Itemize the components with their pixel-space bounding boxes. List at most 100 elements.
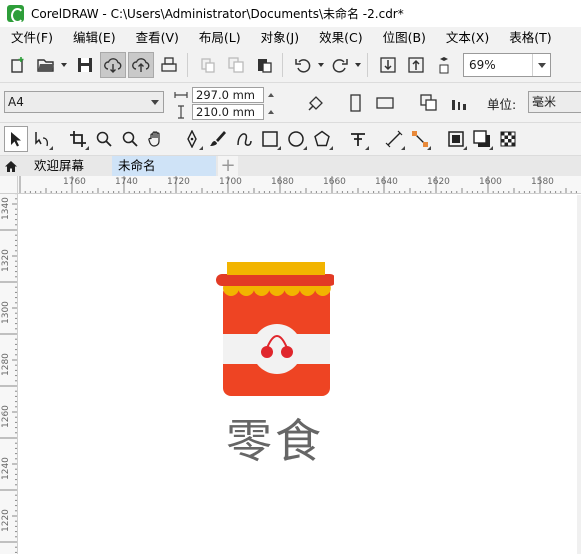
- jar-rim: [216, 274, 334, 286]
- tab-welcome-screen[interactable]: 欢迎屏幕: [22, 156, 112, 176]
- coreldraw-logo-icon: [7, 5, 24, 23]
- copy-button[interactable]: [223, 52, 249, 78]
- cloud-download-icon: [104, 58, 122, 73]
- menu-view[interactable]: 查看(V): [126, 27, 189, 48]
- menu-file[interactable]: 文件(F): [0, 27, 63, 48]
- standard-toolbar: 69%: [0, 48, 581, 83]
- width-arrows-icon: [170, 87, 192, 103]
- magnifier-icon: [122, 131, 138, 147]
- units-select[interactable]: 毫米: [528, 91, 581, 113]
- text-tool[interactable]: [346, 126, 370, 152]
- redo-dropdown-arrow[interactable]: [353, 52, 362, 78]
- export-button[interactable]: [403, 52, 429, 78]
- freehand-tool[interactable]: [180, 126, 204, 152]
- undo-dropdown-arrow[interactable]: [316, 52, 325, 78]
- open-button[interactable]: [33, 52, 59, 78]
- chevron-down-icon[interactable]: [532, 54, 550, 76]
- drop-shadow-tool[interactable]: [470, 126, 494, 152]
- print-icon: [161, 57, 177, 72]
- page-width-field[interactable]: 297.0 mm: [192, 87, 264, 103]
- cursor-arrow-icon: [11, 132, 21, 147]
- cloud-download-button[interactable]: [100, 52, 126, 78]
- checkerboard-icon: [500, 131, 516, 147]
- toolbox: [0, 123, 581, 156]
- ruler-origin-corner[interactable]: [0, 176, 18, 194]
- menu-bitmaps[interactable]: 位图(B): [373, 27, 436, 48]
- dimension-tool[interactable]: [382, 126, 406, 152]
- new-document-icon: [11, 57, 24, 73]
- crop-tool[interactable]: [66, 126, 90, 152]
- tab-document[interactable]: 未命名 -2.cdr*: [112, 156, 216, 193]
- transparency-tool[interactable]: [496, 126, 520, 152]
- cloud-upload-icon: [132, 58, 150, 72]
- import-button[interactable]: [375, 52, 401, 78]
- menu-object[interactable]: 对象(J): [251, 27, 309, 48]
- all-pages-icon: [420, 94, 437, 111]
- vruler-label: 1240: [1, 457, 11, 480]
- horizontal-ruler[interactable]: 1760 1740 1720 1700 1680 1660 1640 1620 …: [18, 176, 581, 194]
- page-height-spinner[interactable]: [264, 104, 278, 120]
- vruler-label: 1280: [1, 353, 11, 376]
- polygon-tool[interactable]: [310, 126, 334, 152]
- zoom-out-tool[interactable]: [118, 126, 142, 152]
- rectangle-tool[interactable]: [258, 126, 282, 152]
- chevron-down-icon[interactable]: [147, 100, 163, 105]
- redo-button[interactable]: [327, 52, 353, 78]
- hruler-label: 1700: [219, 177, 242, 187]
- vruler-label: 1300: [1, 301, 11, 324]
- contour-tool[interactable]: [444, 126, 468, 152]
- landscape-button[interactable]: [372, 90, 398, 116]
- cut-button[interactable]: [195, 52, 221, 78]
- menu-edit[interactable]: 编辑(E): [63, 27, 126, 48]
- snack-jar-illustration[interactable]: [214, 262, 334, 402]
- vertical-ruler[interactable]: 1340 1320 1300 1280 1260 1240 1220: [0, 176, 18, 554]
- current-page-button[interactable]: [446, 90, 472, 116]
- zoom-tool[interactable]: [92, 126, 116, 152]
- portrait-button[interactable]: [342, 90, 368, 116]
- menu-text[interactable]: 文本(X): [436, 27, 499, 48]
- print-button[interactable]: [156, 52, 182, 78]
- page-height-field[interactable]: 210.0 mm: [192, 104, 264, 120]
- property-bar: A4 297.0 mm 210.0 mm 单位: 毫米: [0, 83, 581, 123]
- page-size-apply-icon: [308, 96, 323, 111]
- open-dropdown-arrow[interactable]: [59, 52, 68, 78]
- hand-icon: [148, 131, 160, 147]
- bezier-tool[interactable]: [232, 126, 256, 152]
- publish-pdf-button[interactable]: [431, 52, 457, 78]
- all-pages-size-button[interactable]: [303, 90, 329, 116]
- menu-effects[interactable]: 效果(C): [309, 27, 372, 48]
- new-document-button[interactable]: [5, 52, 31, 78]
- cloud-upload-button[interactable]: [128, 52, 154, 78]
- zoom-level-select[interactable]: 69%: [463, 53, 551, 77]
- home-icon: [5, 160, 17, 172]
- menu-table[interactable]: 表格(T): [499, 27, 561, 48]
- home-tab[interactable]: [0, 156, 22, 176]
- jar-label-circle: [252, 324, 302, 374]
- redo-icon: [332, 59, 348, 73]
- hruler-label: 1760: [63, 177, 86, 187]
- page-size-select[interactable]: A4: [4, 91, 164, 113]
- pdf-icon: [439, 57, 449, 74]
- vruler-label: 1320: [1, 249, 11, 272]
- page-width-spinner[interactable]: [264, 87, 278, 103]
- save-button[interactable]: [72, 52, 98, 78]
- all-pages-button[interactable]: [416, 90, 442, 116]
- connector-tool[interactable]: [408, 126, 432, 152]
- paste-icon: [258, 59, 272, 73]
- ellipse-tool[interactable]: [284, 126, 308, 152]
- title-bar: CorelDRAW - C:\Users\Administrator\Docum…: [0, 0, 581, 27]
- curve-icon: [237, 133, 252, 146]
- menu-layout[interactable]: 布局(L): [189, 27, 251, 48]
- pan-tool[interactable]: [144, 126, 168, 152]
- toolbar-separator: [282, 53, 283, 77]
- pick-tool[interactable]: [4, 126, 28, 152]
- artistic-media-tool[interactable]: [206, 126, 230, 152]
- page-width-row: 297.0 mm: [170, 87, 278, 103]
- paste-button[interactable]: [251, 52, 277, 78]
- artwork-caption-text[interactable]: 零食: [226, 413, 330, 469]
- hruler-label: 1600: [479, 177, 502, 187]
- shape-tool[interactable]: [30, 126, 54, 152]
- hruler-label: 1640: [375, 177, 398, 187]
- add-tab-plus-icon[interactable]: +: [218, 156, 238, 176]
- undo-button[interactable]: [290, 52, 316, 78]
